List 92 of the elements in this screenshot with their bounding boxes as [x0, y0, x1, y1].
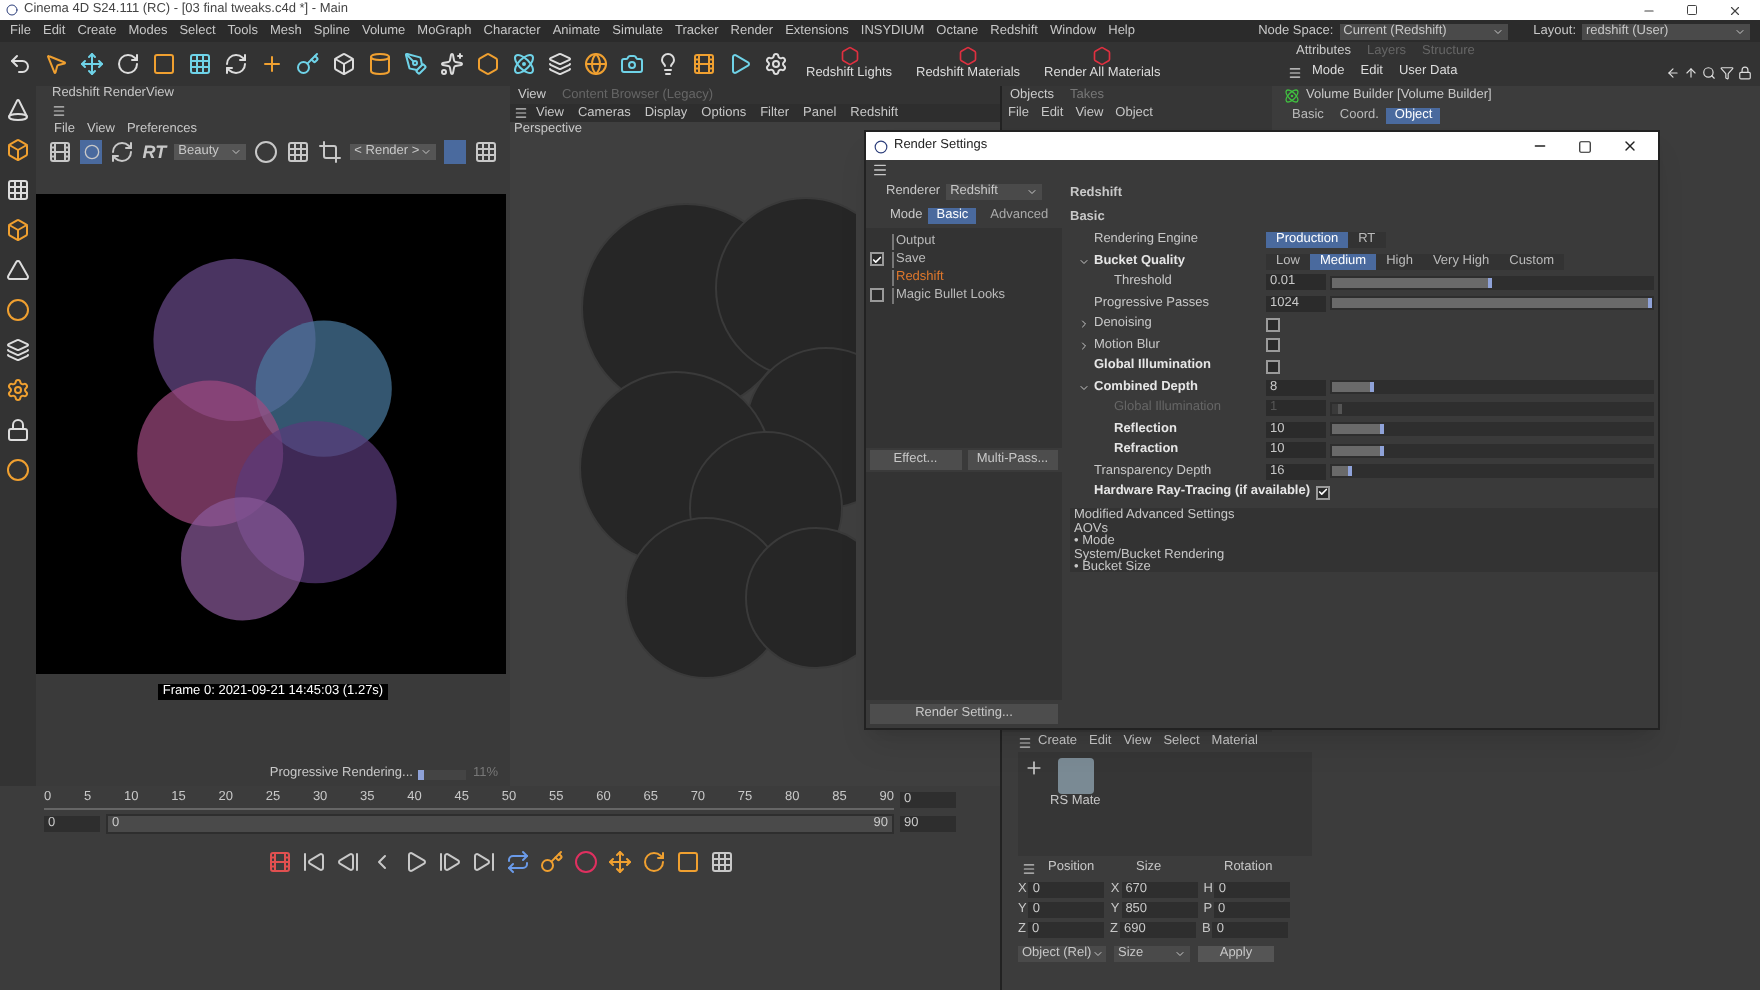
menu-icon[interactable]: [52, 104, 66, 118]
refresh-icon[interactable]: [110, 140, 135, 164]
checkbox[interactable]: [1266, 338, 1280, 352]
circle-icon[interactable]: [6, 298, 30, 322]
atom-icon[interactable]: [512, 52, 536, 76]
app-logo-icon[interactable]: [6, 4, 18, 16]
maximize-icon[interactable]: [1578, 139, 1592, 153]
move-icon[interactable]: [80, 52, 104, 76]
slider-track[interactable]: [1330, 464, 1654, 478]
caret-icon[interactable]: [1491, 25, 1504, 37]
grid-icon[interactable]: [188, 52, 212, 76]
slider-track[interactable]: [1330, 443, 1654, 457]
lock-icon[interactable]: [6, 418, 30, 442]
settings-icon[interactable]: [6, 378, 30, 402]
film-icon[interactable]: [692, 52, 716, 76]
checkbox[interactable]: [1266, 317, 1280, 331]
cube-icon[interactable]: [6, 218, 30, 242]
grid-icon[interactable]: [286, 140, 311, 164]
close-icon[interactable]: [1622, 138, 1638, 154]
lock-icon[interactable]: [1738, 65, 1752, 79]
key-icon[interactable]: [539, 850, 563, 874]
caret-icon[interactable]: [1091, 948, 1104, 960]
camera-icon[interactable]: [620, 52, 644, 76]
slider-track[interactable]: [1330, 422, 1654, 436]
rotate-icon[interactable]: [641, 850, 665, 874]
slider-track[interactable]: [1330, 401, 1654, 415]
cone-icon[interactable]: [6, 98, 30, 122]
caret-icon[interactable]: [1734, 25, 1746, 37]
crop-icon[interactable]: [318, 140, 343, 164]
grid-icon[interactable]: [709, 850, 733, 874]
layers-icon[interactable]: [548, 52, 572, 76]
rotate-icon[interactable]: [116, 52, 140, 76]
menu-icon[interactable]: [1022, 861, 1036, 875]
checker-icon[interactable]: [6, 178, 30, 202]
cylinder-icon[interactable]: [368, 52, 392, 76]
menu-icon[interactable]: [1018, 735, 1032, 749]
pen-icon[interactable]: [404, 52, 428, 76]
cube-icon[interactable]: [6, 138, 30, 162]
checkbox[interactable]: [870, 252, 884, 266]
cube-icon[interactable]: [332, 52, 356, 76]
close-icon[interactable]: [1728, 3, 1742, 17]
checkbox[interactable]: [1316, 485, 1331, 499]
grid-icon[interactable]: [473, 140, 498, 164]
slider-track[interactable]: [1330, 275, 1654, 289]
step-back-icon[interactable]: [335, 850, 359, 874]
filter-icon[interactable]: [1720, 65, 1734, 79]
caret-icon[interactable]: [1174, 948, 1186, 960]
add-icon[interactable]: [1024, 758, 1044, 778]
circle-icon[interactable]: [254, 140, 279, 164]
volume-builder-icon[interactable]: [1284, 88, 1300, 104]
cursor-icon[interactable]: [44, 52, 68, 76]
lock-toggle[interactable]: [443, 140, 466, 164]
hexagon-icon[interactable]: [839, 46, 859, 66]
play-icon[interactable]: [403, 850, 427, 874]
step-forward-icon[interactable]: [437, 850, 461, 874]
scale-icon[interactable]: [675, 850, 699, 874]
undo-icon[interactable]: [8, 52, 32, 76]
circle-icon[interactable]: [6, 458, 30, 482]
checkbox[interactable]: [1266, 359, 1280, 373]
light-bulb-icon[interactable]: [656, 52, 680, 76]
film-icon[interactable]: [48, 140, 72, 164]
caret-icon[interactable]: [1026, 186, 1038, 198]
material-thumbnail[interactable]: [1057, 758, 1094, 794]
scale-icon[interactable]: [152, 52, 176, 76]
key-icon[interactable]: [296, 52, 320, 76]
hexagon-icon[interactable]: [1092, 46, 1113, 66]
search-icon[interactable]: [1702, 65, 1716, 79]
menu-icon[interactable]: [514, 106, 528, 120]
layers-icon[interactable]: [6, 338, 30, 362]
up-arrow-icon[interactable]: [1684, 65, 1698, 79]
loop-icon[interactable]: [505, 850, 529, 874]
sparkle-icon[interactable]: [440, 52, 464, 76]
settings-icon[interactable]: [764, 52, 788, 76]
back-arrow-icon[interactable]: [1666, 65, 1680, 79]
checkbox[interactable]: [870, 288, 884, 302]
move-icon[interactable]: [607, 850, 631, 874]
refresh-icon[interactable]: [224, 52, 248, 76]
skip-forward-icon[interactable]: [471, 850, 495, 874]
maximize-icon[interactable]: [1686, 4, 1698, 16]
slider-track[interactable]: [1330, 380, 1654, 394]
hexagon-icon[interactable]: [958, 46, 979, 66]
axis-icon[interactable]: [260, 52, 284, 76]
hexagon-icon[interactable]: [476, 52, 500, 76]
rt-label[interactable]: RT: [142, 144, 167, 160]
play-icon[interactable]: [728, 52, 752, 76]
render-toggle[interactable]: [80, 140, 103, 164]
skip-back-icon[interactable]: [301, 850, 325, 874]
app-logo-icon[interactable]: [874, 139, 888, 153]
globe-icon[interactable]: [584, 52, 608, 76]
triangle-icon[interactable]: [6, 258, 30, 282]
menu-icon[interactable]: [1288, 65, 1302, 79]
menu-icon[interactable]: [872, 162, 888, 178]
